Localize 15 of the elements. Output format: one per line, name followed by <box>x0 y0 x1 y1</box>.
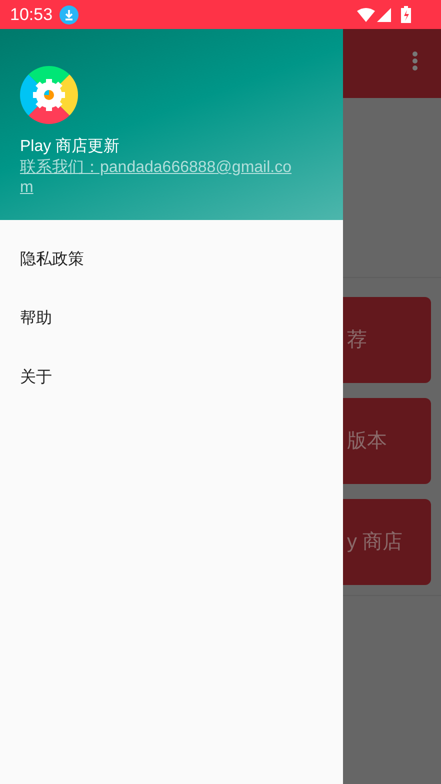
drawer-menu-item[interactable]: 隐私政策 <box>0 230 343 289</box>
app-logo-icon <box>20 66 78 124</box>
download-icon <box>58 4 79 24</box>
more-icon[interactable] <box>412 51 418 71</box>
drawer-menu-item[interactable]: 帮助 <box>0 289 343 348</box>
clock: 10:53 <box>10 4 53 26</box>
app-name: Play 商店更新 <box>20 136 121 157</box>
menu-button[interactable]: 版本 <box>343 398 431 484</box>
contact-link[interactable]: 联系我们：pandada666888@gmail.com <box>20 158 295 198</box>
drawer-menu-item[interactable]: 关于 <box>0 348 343 407</box>
wifi-icon <box>357 8 375 22</box>
menu-button[interactable]: y 商店 <box>343 499 431 585</box>
battery-icon <box>401 6 411 23</box>
menu-button[interactable]: 荐 <box>343 297 431 383</box>
signal-icon <box>377 8 391 22</box>
